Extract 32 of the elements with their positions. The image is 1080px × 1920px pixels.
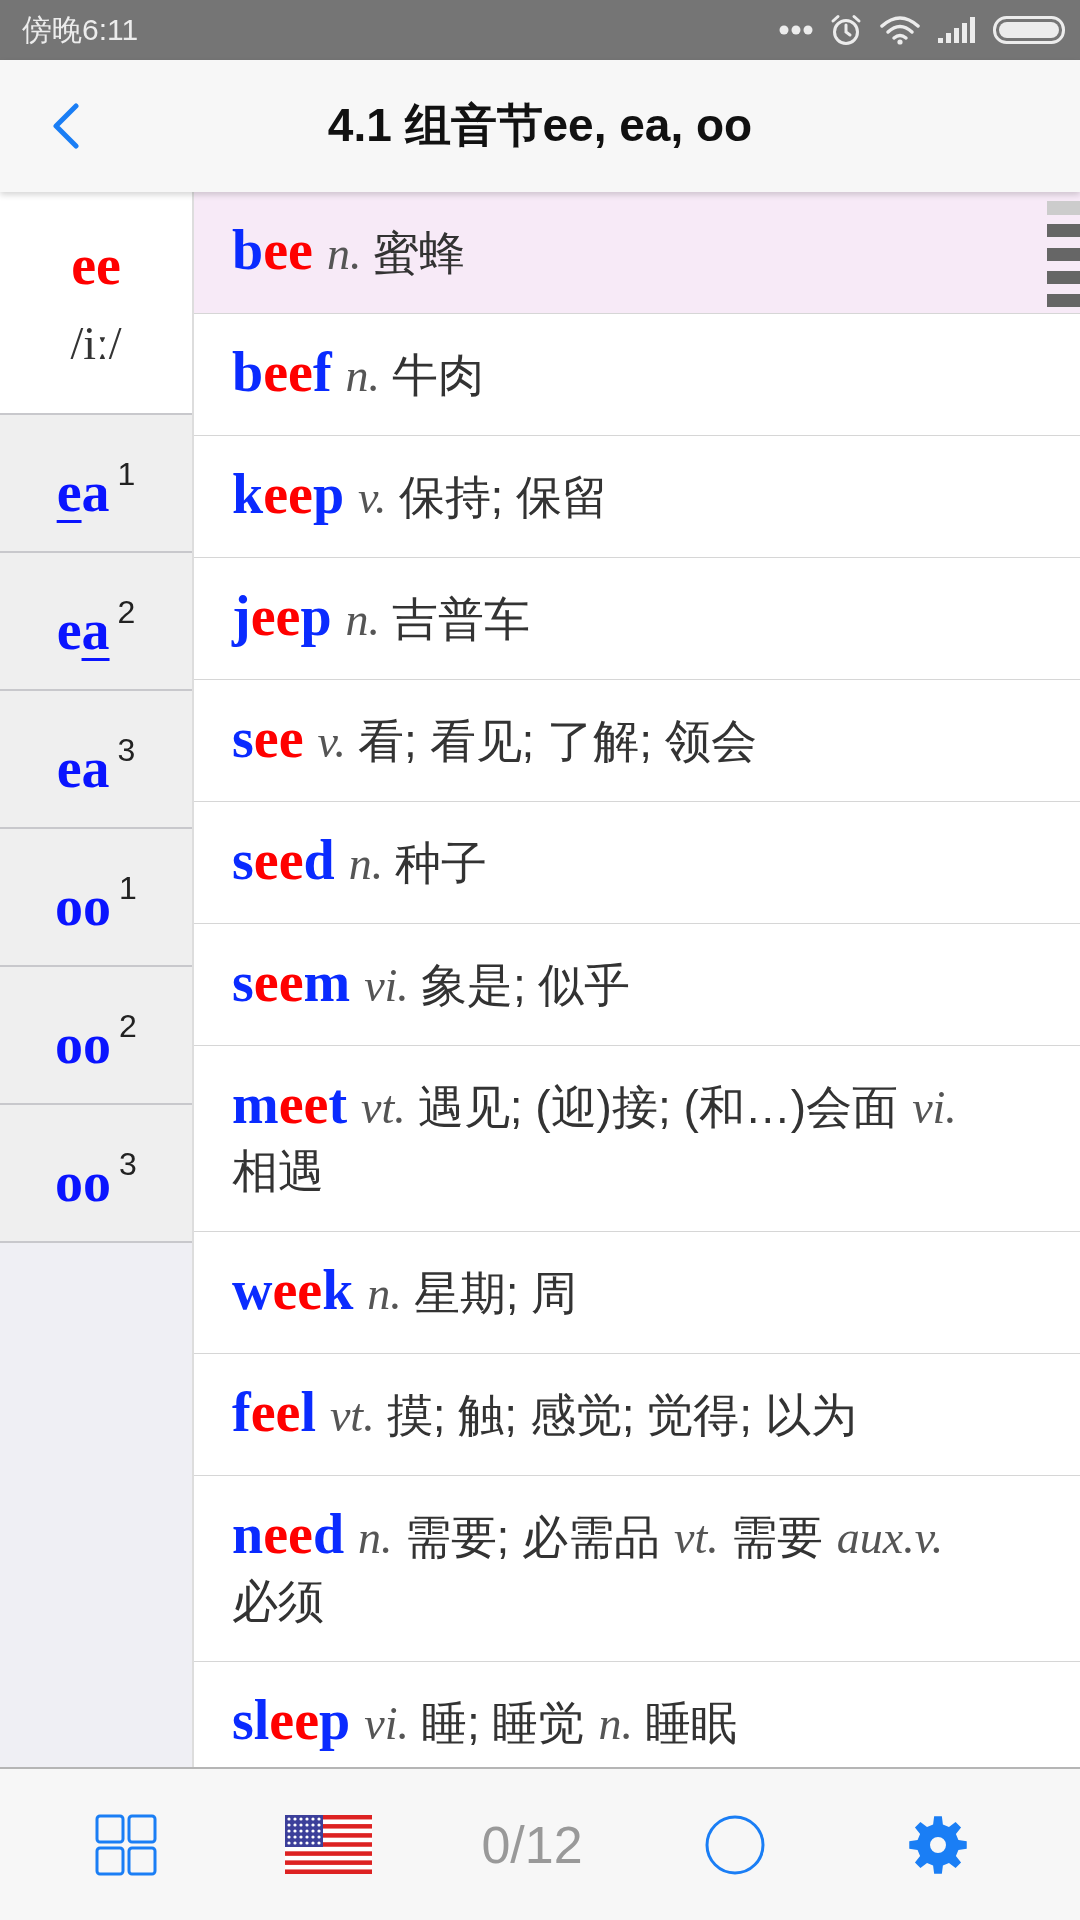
word-list-item[interactable]: seem vi. 象是; 似乎 — [194, 924, 1080, 1046]
progress-counter: 0/12 — [481, 1814, 583, 1875]
word-list-item[interactable]: seed n. 种子 — [194, 802, 1080, 924]
word-list-item[interactable]: jeep n. 吉普车 — [194, 558, 1080, 680]
sidebar-item[interactable]: ea$^{2}$ — [0, 553, 192, 691]
word-list-item[interactable]: feel vt. 摸; 触; 感觉; 觉得; 以为 — [194, 1354, 1080, 1476]
sidebar-item[interactable]: ea$^{1}$ — [0, 415, 192, 553]
circle-icon[interactable] — [705, 1814, 766, 1875]
page-title: 4.1 组音节ee, ea, oo — [327, 98, 753, 153]
sidebar-item[interactable]: ea$^{3}$ — [0, 691, 192, 829]
wifi-icon — [879, 15, 921, 45]
word-list-item[interactable]: beef n. 牛肉 — [194, 314, 1080, 436]
word-list-item[interactable]: need n. 需要; 必需品 vt. 需要 aux.v. 必须 — [194, 1476, 1080, 1662]
grid-view-icon[interactable] — [94, 1813, 157, 1876]
flag-icon[interactable] — [285, 1815, 373, 1874]
word-list-item[interactable]: meet vt. 遇见; (迎)接; (和…)会面 vi. 相遇 — [194, 1046, 1080, 1232]
sidebar-item[interactable]: oo$^{3}$ — [0, 1105, 192, 1243]
status-time: 傍晚6:11 — [22, 12, 139, 48]
signal-icon — [938, 17, 976, 43]
word-list-item[interactable]: week n. 星期; 周 — [194, 1232, 1080, 1354]
word-list-item[interactable]: bee n. 蜜蜂 — [194, 192, 1080, 314]
alarm-clock-icon — [830, 14, 862, 46]
more-dots-icon — [779, 25, 813, 35]
back-icon[interactable] — [50, 103, 80, 149]
battery-icon — [993, 16, 1065, 44]
word-list-item[interactable]: see v. 看; 看见; 了解; 领会 — [194, 680, 1080, 802]
sidebar-item[interactable]: oo$^{2}$ — [0, 967, 192, 1105]
word-list-item[interactable]: keep v. 保持; 保留 — [194, 436, 1080, 558]
sidebar-item[interactable]: oo$^{1}$ — [0, 829, 192, 967]
scroll-handle[interactable] — [1047, 201, 1080, 307]
sidebar-item[interactable]: ee /iː/ — [0, 192, 192, 415]
settings-icon[interactable] — [909, 1815, 968, 1874]
